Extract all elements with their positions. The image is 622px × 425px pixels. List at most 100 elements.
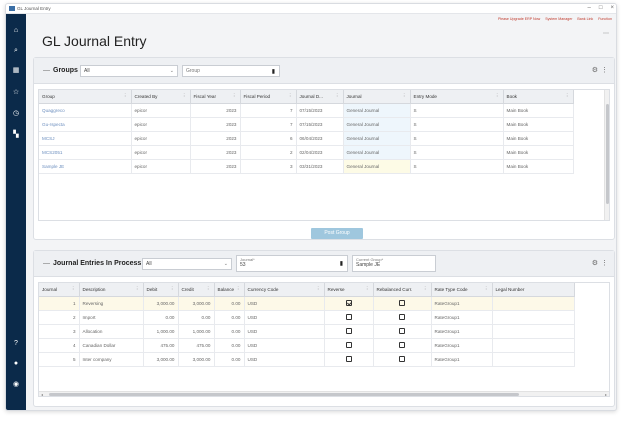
table-row[interactable]: Quaggreco epicor 2023 7 07/15/2023 Gener… [39,103,574,118]
col-journal[interactable]: Journal ⋮ [343,90,411,104]
cell-journal-date: 02/04/2023 [296,145,344,160]
table-row[interactable]: Gu-rspecta epicor 2023 7 07/15/2023 Gene… [39,117,574,132]
entries-more-icon[interactable]: ⋮ [601,259,608,267]
cell-group[interactable]: MCS2051 [39,145,132,160]
rebalanced-checkbox[interactable] [399,300,405,306]
top-link-upgrade[interactable]: Please Upgrade ERP Now [498,17,540,21]
entries-settings-icon[interactable]: ⚙ [592,259,598,267]
table-row[interactable]: 5 Inter company 3,000.00 3,000.00 0.00 USD Rat… [39,352,575,367]
table-row[interactable]: Sample JE epicor 2023 3 03/31/2023 Gener… [39,159,574,174]
app-window: GL Journal Entry – □ × ⌂ ⌕ ▦ ☆ ◷ ▚ ? ● ◉… [5,3,617,411]
apps-grid-icon[interactable]: ▦ [11,66,21,76]
entries-filter-select[interactable]: All ⌄ [142,258,232,270]
top-link-function[interactable]: Function [598,17,612,21]
cell-group[interactable]: Quaggreco [39,103,132,118]
col-created-by[interactable]: Created By ⋮ [131,90,191,104]
col-reverse[interactable]: Reverse ⋮ [324,283,374,297]
user-avatar-icon[interactable]: ◉ [11,380,21,390]
dashboard-icon[interactable]: ▚ [11,130,21,140]
cell-debit: 3,000.00 [143,296,179,311]
cell-entry-mode: S [410,117,504,132]
col-rate-type-code[interactable]: Rate Type Code ⋮ [431,283,493,297]
col-fiscal-period[interactable]: Fiscal Period ⋮ [240,90,297,104]
chevron-down-icon: ⌄ [169,68,174,74]
col-entry-mode[interactable]: Entry Mode ⋮ [410,90,504,104]
col-group[interactable]: Group ⋮ [39,90,132,104]
cell-fiscal-period: 6 [240,131,297,146]
scroll-right-icon[interactable]: ▸ [605,392,607,396]
col-currency-code[interactable]: Currency Code ⋮ [244,283,325,297]
cell-book: Main Book [503,145,574,160]
table-row[interactable]: MCSJ epicor 2023 6 06/04/2023 General Jo… [39,131,574,146]
col-journal[interactable]: Journal ⋮ [39,283,80,297]
groups-vertical-scrollbar[interactable] [604,90,609,220]
table-row[interactable]: 4 Canadian Dollar 475.00 475.00 0.00 USD RateG… [39,338,575,353]
favorites-star-icon[interactable]: ☆ [11,88,21,98]
cell-reverse [324,338,374,353]
entries-header: — Journal Entries In Process All ⌄ Journ… [34,251,614,277]
rebalanced-checkbox[interactable] [399,314,405,320]
groups-filter-select[interactable]: All ⌄ [80,65,178,77]
col-book[interactable]: Book ⋮ [503,90,574,104]
reverse-checkbox[interactable] [345,314,352,320]
groups-grid: Group ⋮ Created By ⋮ Fiscal Year ⋮ Fiscal P… [38,89,610,221]
sidebar: ⌂ ⌕ ▦ ☆ ◷ ▚ ? ● ◉ [6,14,26,410]
cell-group[interactable]: Gu-rspecta [39,117,132,132]
col-credit[interactable]: Credit ⋮ [178,283,215,297]
groups-scroll-thumb[interactable] [606,104,609,204]
table-row[interactable]: MCS2051 epicor 2023 2 02/04/2023 General… [39,145,574,160]
journal-number-field[interactable]: Journal* 53 ▮ [236,255,348,272]
home-icon[interactable]: ⌂ [11,26,21,36]
reverse-checkbox[interactable] [345,356,352,362]
top-link-system-manager[interactable]: System Manager [545,17,572,21]
col-description[interactable]: Description ⋮ [79,283,144,297]
reverse-checkbox[interactable] [345,300,352,306]
col-fiscal-year[interactable]: Fiscal Year ⋮ [190,90,241,104]
collapse-entries-icon[interactable]: — [43,260,50,267]
cell-group[interactable]: Sample JE [39,159,132,174]
cell-legal-number [492,324,575,339]
rebalanced-checkbox[interactable] [399,356,405,362]
reverse-checkbox[interactable] [345,342,352,348]
search-icon[interactable]: ⌕ [11,46,21,56]
cell-entry-mode: S [410,145,504,160]
history-icon[interactable]: ◷ [11,109,21,119]
rebalanced-checkbox[interactable] [399,342,405,348]
cell-fiscal-year: 2023 [190,131,241,146]
table-row[interactable]: 2 Import 0.00 0.00 0.00 USD RateGroup1 [39,310,575,325]
rebalanced-checkbox[interactable] [399,328,405,334]
cell-balance: 0.00 [214,338,245,353]
table-row[interactable]: 1 Reversing 3,000.00 3,000.00 0.00 USD RateGro… [39,296,575,311]
groups-settings-icon[interactable]: ⚙ [592,66,598,74]
cell-journal-date: 07/15/2023 [296,103,344,118]
side-panel-tab[interactable] [616,102,617,122]
help-icon[interactable]: ? [11,339,21,349]
current-group-field[interactable]: Current Group* Sample JE [352,255,436,272]
groups-more-icon[interactable]: ⋮ [601,66,608,74]
group-search-field[interactable]: Group ▮ [182,65,280,77]
col-debit[interactable]: Debit ⋮ [143,283,179,297]
col-balance[interactable]: Balance ⋮ [214,283,245,297]
entries-horizontal-scrollbar[interactable]: ◂ ▸ [39,391,609,396]
col-rebalanced-curr[interactable]: Rebalanced Curr. ⋮ [373,283,432,297]
cell-group[interactable]: MCSJ [39,131,132,146]
entries-select-value: All [146,261,152,267]
col-journal-date[interactable]: Journal D... ⋮ [296,90,344,104]
notifications-icon[interactable]: ● [11,359,21,369]
page-more-icon[interactable]: ⋯ [603,30,609,37]
minimize-icon[interactable]: – [588,5,591,11]
top-link-bank[interactable]: Bank Link [577,17,593,21]
cell-journal: 3 [39,324,80,339]
close-icon[interactable]: × [610,5,614,11]
post-group-button[interactable]: Post Group [311,228,363,239]
col-legal-number[interactable]: Legal Number [492,283,575,297]
entries-label: Journal Entries In Process [53,260,142,267]
filter-icon: ▮ [271,69,275,75]
table-row[interactable]: 3 Allocation 1,000.00 1,000.00 0.00 USD RateGr… [39,324,575,339]
filter-icon: ▮ [339,261,343,267]
reverse-checkbox[interactable] [345,328,352,334]
maximize-icon[interactable]: □ [599,5,603,11]
collapse-groups-icon[interactable]: — [43,67,50,74]
scroll-left-icon[interactable]: ◂ [41,392,43,396]
entries-scroll-thumb[interactable] [49,393,519,396]
